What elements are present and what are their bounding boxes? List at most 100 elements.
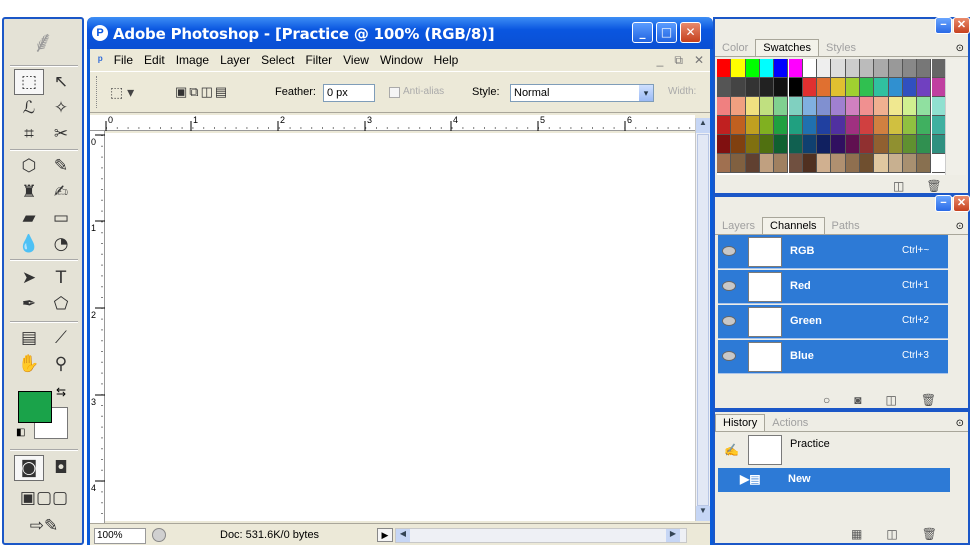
menu-help[interactable]: Help [434,53,459,67]
color-swatch[interactable] [831,78,846,97]
panel-menu-icon[interactable]: ⊙ [956,43,964,54]
new-document-icon[interactable]: ▦ [851,527,862,541]
color-swatch[interactable] [874,135,889,154]
color-swatch[interactable] [845,78,860,97]
color-swatch[interactable] [717,59,732,78]
maximize-button[interactable]: □ [656,22,677,43]
color-swatch[interactable] [902,97,918,116]
tab-styles[interactable]: Styles [819,40,863,56]
color-swatch[interactable] [888,78,903,97]
color-swatch[interactable] [888,97,903,116]
color-swatch[interactable] [774,135,789,154]
screen-mode-icons[interactable]: ▣▢▢ [14,485,74,511]
color-swatch[interactable] [817,78,832,97]
color-swatch[interactable] [874,97,889,116]
move-tool-icon[interactable]: ↖ [46,69,76,95]
color-swatch[interactable] [874,78,889,97]
color-swatch[interactable] [774,116,789,135]
color-swatch[interactable] [745,78,760,97]
tab-swatches[interactable]: Swatches [755,39,819,56]
save-selection-icon[interactable]: ◙ [854,393,861,407]
trash-icon[interactable]: 🗑 [926,179,941,193]
menu-select[interactable]: Select [261,53,294,67]
panel-minimize-button[interactable]: − [935,195,952,212]
swap-colors-icon[interactable]: ⇆ [56,385,66,399]
color-swatch[interactable] [788,135,803,154]
color-swatch[interactable] [788,116,803,135]
color-swatch[interactable] [917,116,932,135]
new-snapshot-icon[interactable]: ◫ [886,527,897,541]
menu-window[interactable]: Window [380,53,423,67]
color-swatch[interactable] [717,78,732,97]
dodge-tool-icon[interactable]: ◔ [46,231,76,257]
color-swatch[interactable] [860,135,875,154]
color-swatch[interactable] [745,116,760,135]
color-swatch[interactable] [845,97,860,116]
horizontal-scrollbar[interactable]: ◀ ▶ [395,528,687,543]
doc-close-icon[interactable]: ✕ [694,53,704,67]
new-channel-icon[interactable]: ◫ [886,393,897,407]
color-swatch[interactable] [931,116,946,135]
tab-color[interactable]: Color [715,40,755,56]
scroll-right-icon[interactable]: ▶ [666,529,680,542]
marquee-tool-icon[interactable]: ⬚ [14,69,44,95]
color-swatch[interactable] [731,59,746,78]
history-brush-tool-icon[interactable]: ✍ [46,179,76,205]
slice-tool-icon[interactable]: ✂ [46,121,76,147]
tab-layers[interactable]: Layers [715,218,762,234]
panel-close-button[interactable]: ✕ [953,17,970,34]
color-swatch[interactable] [888,135,903,154]
swatch-scrollbar[interactable] [945,59,966,175]
color-swatch[interactable] [759,78,775,97]
feather-field[interactable]: 0 px [323,84,375,102]
doc-minimize-icon[interactable]: _ [657,53,664,67]
color-swatch[interactable] [745,59,760,78]
color-swatch[interactable] [802,97,818,116]
color-swatch[interactable] [802,154,818,173]
color-swatch[interactable] [774,154,789,173]
color-swatch[interactable] [845,154,860,173]
color-swatch[interactable] [788,59,803,78]
scroll-up-icon[interactable]: ▲ [696,118,710,133]
menu-file[interactable]: File [114,53,133,67]
color-swatch[interactable] [902,135,918,154]
panel-menu-icon[interactable]: ⊙ [956,221,964,232]
color-swatch[interactable] [717,97,732,116]
history-state-new[interactable]: ▶▤ New [718,468,950,492]
tab-history[interactable]: History [715,414,766,431]
jump-to-imageready-icon[interactable]: ⇨✎ [14,513,74,539]
color-swatch[interactable] [831,97,846,116]
notes-tool-icon[interactable]: ▤ [14,325,44,351]
scroll-left-icon[interactable]: ◀ [396,529,410,542]
style-select[interactable]: Normal [510,84,654,102]
color-swatch[interactable] [745,97,760,116]
chevron-down-icon[interactable]: ▾ [639,85,653,101]
menu-view[interactable]: View [343,53,369,67]
color-swatch[interactable] [902,154,918,173]
blur-tool-icon[interactable]: 💧 [14,231,44,257]
color-swatch[interactable] [917,97,932,116]
load-selection-icon[interactable]: ○ [823,393,830,407]
color-swatch[interactable] [774,97,789,116]
color-swatch[interactable] [860,116,875,135]
antialias-checkbox[interactable] [389,87,400,98]
color-swatch[interactable] [931,59,946,78]
color-swatch[interactable] [817,59,832,78]
color-swatch[interactable] [931,78,946,97]
color-swatch[interactable] [917,59,932,78]
minimize-button[interactable]: _ [632,22,653,43]
panel-close-button[interactable]: ✕ [953,195,970,212]
healing-brush-tool-icon[interactable]: ⬡ [14,153,44,179]
color-swatch[interactable] [902,59,918,78]
eyedropper-tool-icon[interactable]: ⟋ [46,325,76,351]
color-swatch[interactable] [931,135,946,154]
color-swatch[interactable] [874,116,889,135]
doc-restore-icon[interactable]: ⧉ [674,53,683,68]
color-swatch[interactable] [888,59,903,78]
color-swatch[interactable] [831,154,846,173]
color-swatch[interactable] [717,135,732,154]
color-swatch[interactable] [931,154,946,173]
selection-mode-icons[interactable]: ▣⧉◫▤ [175,84,229,100]
type-tool-icon[interactable]: T [46,265,76,291]
color-swatch[interactable] [917,154,932,173]
